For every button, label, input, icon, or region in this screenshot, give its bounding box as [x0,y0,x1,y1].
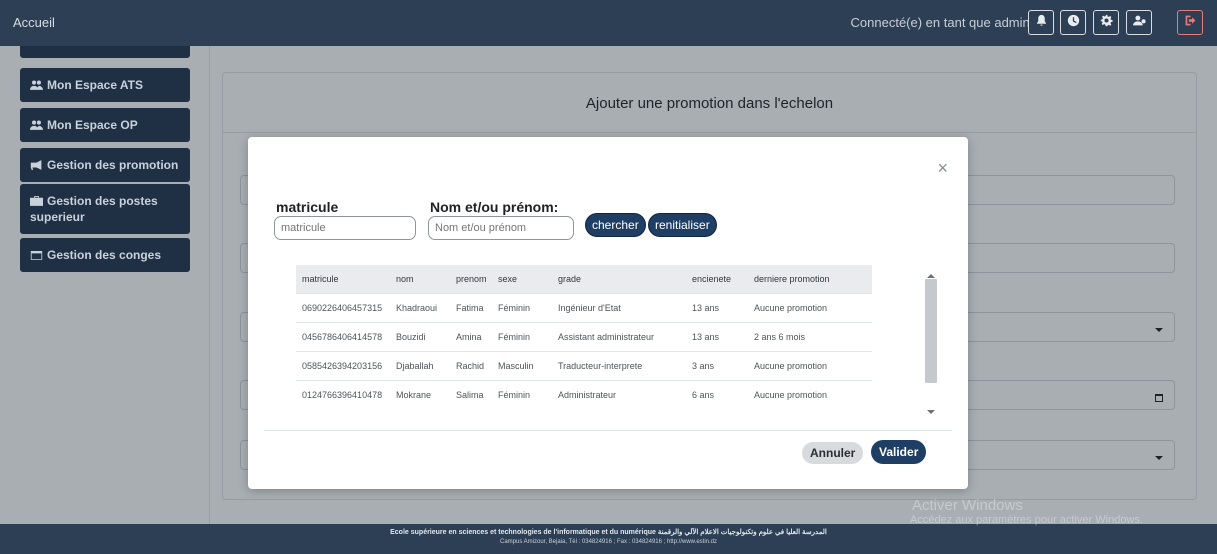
scroll-down-icon[interactable] [927,403,935,414]
matricule-label: matricule [276,199,339,215]
logged-in-user-text: Connecté(e) en tant que admin1 [850,15,1037,30]
sidebar: Mon Espace ATS Mon Espace OP Gestion des… [0,46,210,524]
modal-footer-divider [264,430,952,431]
results-table-container: matricule nom prenom sexe grade encienet… [296,265,906,413]
top-navbar: Accueil Connecté(e) en tant que admin1 [0,0,1217,46]
name-input[interactable] [428,216,574,240]
cancel-button[interactable]: Annuler [802,442,864,464]
table-row[interactable]: 0456786406414578 Bouzidi Amina Féminin A… [296,321,872,351]
cell-sexe: Féminin [498,379,558,409]
sidebar-item-gestion-postes[interactable]: Gestion des postes superieur [20,184,190,234]
cell-prenom: Amina [456,321,498,351]
cell-encienete: 3 ans [692,350,754,380]
search-button[interactable]: chercher [585,213,646,237]
page-title: Ajouter une promotion dans l'echelon [585,95,834,112]
table-row[interactable]: 0690226406457315 Khadraoui Fatima Fémini… [296,292,872,322]
cell-matricule: 0690226406457315 [296,292,396,322]
users-icon [30,78,43,90]
gear-icon [1100,14,1113,32]
sidebar-item-label: Mon Espace OP [47,118,138,132]
sidebar-item-cutoff[interactable] [20,46,190,58]
settings-button[interactable] [1093,10,1119,35]
chevron-down-icon [1154,450,1164,460]
chevron-down-icon [1154,322,1164,332]
calendar-icon [30,248,43,260]
matricule-input[interactable] [274,216,416,240]
cell-grade: Administrateur [558,379,692,409]
user-settings-icon [1132,14,1146,32]
sidebar-item-gestion-conges[interactable]: Gestion des conges [20,238,190,272]
clock-icon [1067,14,1080,32]
sign-out-icon [1184,14,1197,32]
cell-derniere-promotion: 2 ans 6 mois [754,321,872,351]
notifications-button[interactable] [1028,10,1054,35]
cell-sexe: Féminin [498,292,558,322]
cell-nom: Khadraoui [396,292,456,322]
cell-prenom: Rachid [456,350,498,380]
cell-nom: Djaballah [396,350,456,380]
sidebar-item-gestion-promotion[interactable]: Gestion des promotion [20,148,190,182]
sidebar-item-espace-ats[interactable]: Mon Espace ATS [20,68,190,102]
cell-encienete: 6 ans [692,379,754,409]
windows-activation-subtitle: Accédez aux paramètres pour activer Wind… [910,514,1143,526]
table-header-row: matricule nom prenom sexe grade encienet… [296,265,872,293]
column-header-matricule[interactable]: matricule [296,265,396,293]
scroll-up-icon[interactable] [927,267,935,278]
column-header-grade[interactable]: grade [558,265,692,293]
sidebar-item-label: Gestion des conges [47,248,162,262]
cell-grade: Assistant administrateur [558,321,692,351]
cell-sexe: Masculin [498,350,558,380]
column-header-prenom[interactable]: prenom [456,265,498,293]
column-header-nom[interactable]: nom [396,265,456,293]
employee-search-modal: × matricule Nom et/ou prénom: chercher r… [248,137,968,489]
bell-icon [1035,14,1048,32]
name-label: Nom et/ou prénom: [430,199,559,215]
footer: Ecole supérieure en sciences et technolo… [0,524,1217,554]
cell-derniere-promotion: Aucune promotion [754,292,872,322]
account-button[interactable] [1126,10,1152,35]
home-link[interactable]: Accueil [13,15,55,30]
logout-button[interactable] [1177,10,1203,35]
cell-matricule: 0456786406414578 [296,321,396,351]
column-header-sexe[interactable]: sexe [498,265,558,293]
footer-contact: Campus Amizour, Bejaia, Tél : 034824916 … [499,539,718,545]
cell-sexe: Féminin [498,321,558,351]
calendar-icon [1154,390,1164,402]
footer-school-name: Ecole supérieure en sciences et technolo… [390,529,827,536]
cell-matricule: 0585426394203156 [296,350,396,380]
sidebar-item-espace-op[interactable]: Mon Espace OP [20,108,190,142]
cell-nom: Bouzidi [396,321,456,351]
cell-grade: Traducteur-interprete [558,350,692,380]
history-button[interactable] [1060,10,1086,35]
scrollbar-thumb[interactable] [925,279,937,383]
column-header-encienete[interactable]: encienete [692,265,754,293]
windows-activation-title: Activer Windows [912,497,1023,514]
briefcase-icon [30,194,43,206]
table-scrollbar[interactable] [924,265,938,414]
close-button[interactable]: × [937,159,948,177]
cell-grade: Ingénieur d'Etat [558,292,692,322]
cell-matricule: 0124766396410478 [296,379,396,409]
table-row[interactable]: 0585426394203156 Djaballah Rachid Mascul… [296,350,872,380]
cell-derniere-promotion: Aucune promotion [754,379,872,409]
cell-encienete: 13 ans [692,292,754,322]
column-header-derniere-promotion[interactable]: derniere promotion [754,265,872,293]
cell-prenom: Fatima [456,292,498,322]
users-icon [30,118,43,130]
cell-nom: Mokrane [396,379,456,409]
validate-button[interactable]: Valider [871,440,927,464]
reset-button[interactable]: renitialiser [648,213,717,237]
sidebar-item-label: Mon Espace ATS [47,78,144,92]
table-row[interactable]: 0124766396410478 Mokrane Salima Féminin … [296,379,872,409]
megaphone-icon [30,158,43,170]
results-table: matricule nom prenom sexe grade encienet… [296,265,872,409]
cell-prenom: Salima [456,379,498,409]
cell-encienete: 13 ans [692,321,754,351]
card-header: Ajouter une promotion dans l'echelon [223,73,1196,133]
sidebar-item-label: Gestion des promotion [47,158,179,172]
cell-derniere-promotion: Aucune promotion [754,350,872,380]
sidebar-item-label: Gestion des postes superieur [30,194,158,224]
